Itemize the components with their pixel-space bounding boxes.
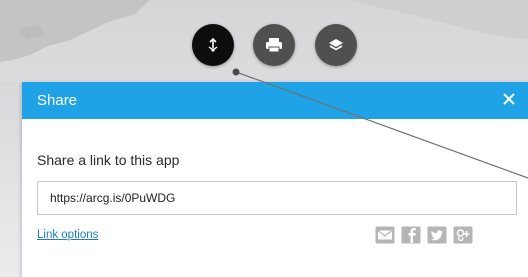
share-panel-title: Share (37, 92, 78, 109)
share-tool-button[interactable] (192, 24, 234, 66)
twitter-icon (427, 226, 446, 243)
layers-tool-button[interactable] (315, 24, 357, 66)
print-tool-button[interactable] (253, 24, 295, 66)
map-edge (0, 82, 22, 277)
google-plus-share-button[interactable] (452, 224, 473, 245)
close-icon (503, 93, 515, 105)
share-panel: Share Share a link to this app Link opti… (22, 82, 528, 277)
share-link-heading: Share a link to this app (37, 152, 180, 168)
printer-icon (266, 38, 282, 53)
link-options-link[interactable]: Link options (37, 229, 98, 241)
facebook-icon (401, 226, 420, 243)
share-panel-header: Share (22, 82, 528, 119)
google-plus-icon (453, 226, 472, 243)
facebook-share-button[interactable] (400, 224, 421, 245)
share-url-field[interactable] (37, 181, 517, 215)
layers-icon (329, 39, 343, 51)
share-icon (208, 37, 218, 52)
email-share-button[interactable] (374, 224, 395, 245)
close-button[interactable] (498, 88, 520, 110)
twitter-share-button[interactable] (426, 224, 447, 245)
email-icon (375, 226, 394, 243)
